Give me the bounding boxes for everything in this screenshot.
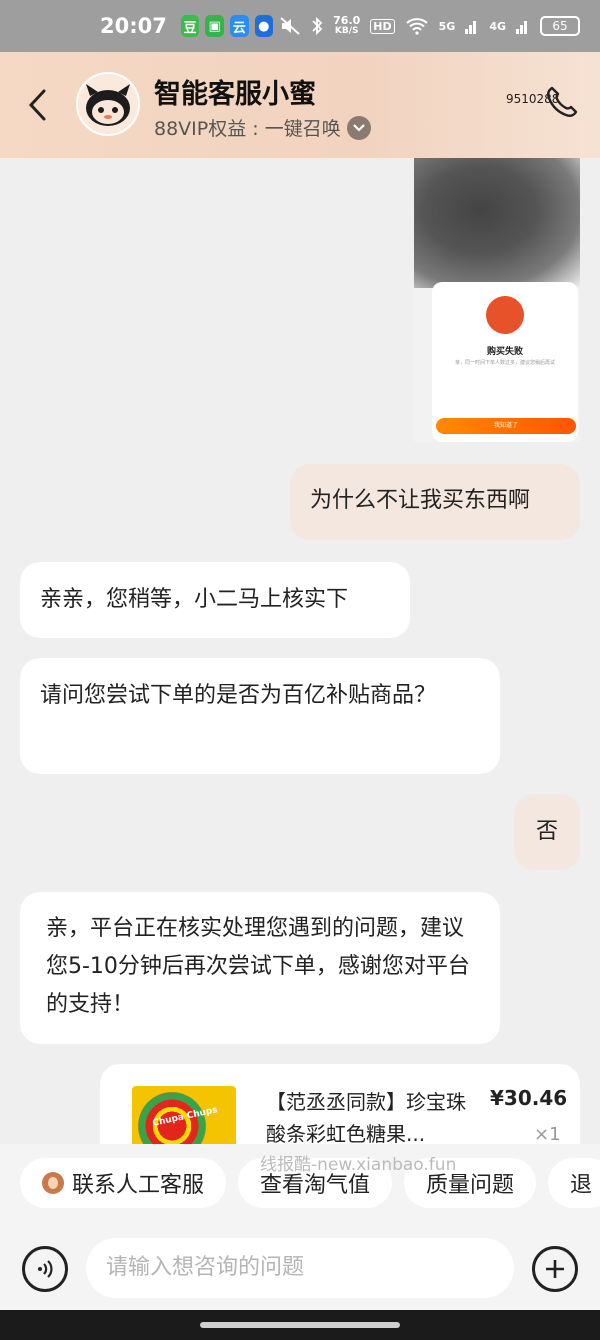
status-time: 20:07 xyxy=(100,14,167,38)
mascot-icon xyxy=(86,84,130,126)
message-bubble-user: 否 xyxy=(514,794,580,870)
quick-action-human-agent[interactable]: 联系人工客服 xyxy=(20,1158,227,1208)
purchase-failed-dialog: 购买失败 亲，同一时间下单人数过多，建议您稍后再试 我知道了 xyxy=(432,282,578,442)
battery-icon: 65 xyxy=(540,16,580,36)
phone-icon[interactable] xyxy=(542,82,582,122)
question-input[interactable] xyxy=(86,1238,514,1298)
product-quantity: ×1 xyxy=(534,1124,561,1145)
back-arrow-icon[interactable] xyxy=(26,88,50,122)
store-logo-icon xyxy=(486,296,524,334)
quick-action-label: 退 xyxy=(570,1173,593,1198)
plus-icon xyxy=(546,1260,564,1278)
agent-headset-icon xyxy=(42,1172,64,1194)
network-speed: 76.0 KB/S xyxy=(333,15,360,37)
product-name: 【范丞丞同款】珍宝珠酸条彩虹色糖果... xyxy=(266,1090,466,1146)
voice-icon xyxy=(38,1260,53,1278)
bot-app-icon: ● xyxy=(254,15,274,37)
message-app-icon: ▣ xyxy=(205,15,224,37)
message-bubble-bot: 请问您尝试下单的是否为百亿补贴商品？ xyxy=(20,658,500,774)
message-bubble-user: 为什么不让我买东西啊 xyxy=(290,464,580,540)
product-card[interactable]: Chupa Chups 【范丞丞同款】珍宝珠酸条彩虹色糖果... ¥30.46 … xyxy=(100,1064,580,1154)
message-bubble-bot: 亲亲，您稍等，小二马上核实下 xyxy=(20,562,410,638)
cloud-app-icon: 云 xyxy=(229,15,249,37)
status-bar: 20:07 豆 ▣ 云 ● 76.0 KB/S HD 5G 4G 65 xyxy=(0,0,600,52)
chat-header: 智能客服小蜜 88VIP权益 : 一键召唤 9510288 xyxy=(0,52,600,158)
quick-action-refund[interactable]: 退 xyxy=(548,1158,600,1208)
product-price: ¥30.46 xyxy=(490,1086,568,1110)
hd-badge: HD xyxy=(370,18,395,34)
more-options-button[interactable] xyxy=(532,1246,578,1292)
dialog-title: 购买失败 xyxy=(486,347,523,357)
message-bubble-bot: 亲，平台正在核实处理您遇到的问题，建议您5-10分钟后再次尝试下单，感谢您对平台… xyxy=(20,892,500,1044)
signal-5g: 5G xyxy=(438,19,456,33)
signal-bars-icon xyxy=(516,21,527,34)
bluetooth-icon xyxy=(312,16,323,36)
voice-input-button[interactable] xyxy=(22,1246,68,1292)
page-title: 智能客服小蜜 xyxy=(154,79,316,110)
vip-summon[interactable]: 88VIP权益 : 一键召唤 xyxy=(154,114,371,141)
net-speed-value: 76.0 xyxy=(333,14,361,27)
signal-bars-icon xyxy=(465,21,477,34)
signal-4g: 4G xyxy=(489,19,506,33)
system-nav-bar xyxy=(0,1310,600,1340)
wifi-icon xyxy=(405,18,428,35)
dialog-ok-button: 我知道了 xyxy=(436,418,576,434)
douban-icon: 豆 xyxy=(180,15,200,37)
watermark: 线报酷-new.xianbao.fun xyxy=(260,1155,457,1175)
chevron-down-icon[interactable] xyxy=(346,115,371,140)
quick-action-label: 联系人工客服 xyxy=(72,1173,205,1198)
vip-summon-label: 88VIP权益 : 一键召唤 xyxy=(154,118,341,140)
mute-icon xyxy=(280,17,300,35)
sent-screenshot-image[interactable]: 购买失败 亲，同一时间下单人数过多，建议您稍后再试 我知道了 xyxy=(414,158,580,442)
dialog-description: 亲，同一时间下单人数过多，建议您稍后再试 xyxy=(454,360,555,366)
assistant-avatar[interactable] xyxy=(76,72,140,136)
home-indicator[interactable] xyxy=(200,1322,400,1328)
net-speed-unit: KB/S xyxy=(334,26,359,36)
scribble-redaction xyxy=(414,158,580,288)
